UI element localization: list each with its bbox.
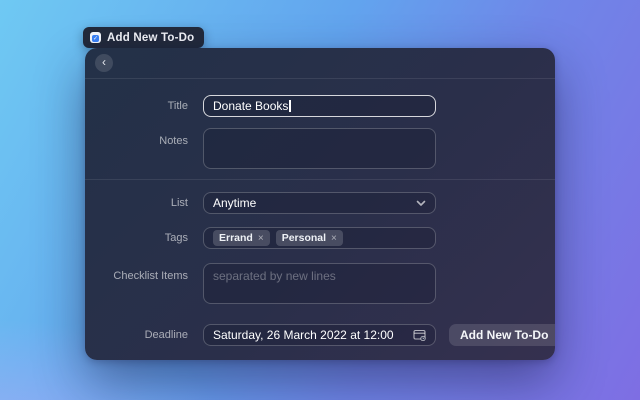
- deadline-row: Deadline Saturday, 26 March 2022 at 12:0…: [85, 324, 555, 346]
- things-app-icon: ✓: [90, 32, 101, 43]
- tags-label: Tags: [85, 232, 188, 244]
- desktop-background: ✓ Add New To-Do ‹ Title Donate Books Not…: [0, 0, 640, 400]
- checklist-placeholder: separated by new lines: [213, 269, 336, 283]
- deadline-label: Deadline: [85, 329, 188, 341]
- back-button[interactable]: ‹: [95, 54, 113, 72]
- submit-button-label: Add New To-Do: [449, 328, 555, 342]
- deadline-value: Saturday, 26 March 2022 at 12:00: [213, 328, 394, 342]
- section-divider: [85, 179, 555, 180]
- command-tooltip-label: Add New To-Do: [107, 32, 194, 44]
- notes-label: Notes: [85, 128, 188, 147]
- chevron-left-icon: ‹: [102, 56, 106, 68]
- remove-tag-icon[interactable]: ×: [331, 233, 337, 244]
- title-label: Title: [85, 100, 188, 112]
- todo-form: Title Donate Books Notes List Anytime: [85, 79, 555, 346]
- command-tooltip: ✓ Add New To-Do: [83, 27, 204, 48]
- tags-input[interactable]: Errand × Personal ×: [203, 227, 436, 249]
- list-selected-value: Anytime: [213, 196, 256, 210]
- add-todo-submit-button[interactable]: Add New To-Do ↵: [449, 324, 555, 346]
- tag-chip: Personal ×: [276, 230, 343, 246]
- checklist-input[interactable]: separated by new lines: [203, 263, 436, 304]
- title-input[interactable]: Donate Books: [203, 95, 436, 117]
- list-dropdown[interactable]: Anytime: [203, 192, 436, 214]
- calendar-icon[interactable]: [413, 329, 426, 341]
- tag-chip: Errand ×: [213, 230, 270, 246]
- tags-row: Tags Errand × Personal ×: [85, 227, 555, 249]
- list-label: List: [85, 197, 188, 209]
- title-row: Title Donate Books: [85, 95, 555, 117]
- chevron-down-icon: [416, 200, 426, 207]
- list-row: List Anytime: [85, 192, 555, 214]
- deadline-picker[interactable]: Saturday, 26 March 2022 at 12:00: [203, 324, 436, 346]
- notes-input[interactable]: [203, 128, 436, 169]
- tag-chip-label: Personal: [282, 232, 326, 244]
- title-input-value: Donate Books: [213, 99, 288, 113]
- notes-row: Notes: [85, 128, 555, 169]
- todo-checkbox-icon: ✓: [92, 35, 99, 42]
- add-todo-window: ‹ Title Donate Books Notes List: [85, 48, 555, 360]
- window-header: ‹: [85, 48, 555, 79]
- tag-chip-label: Errand: [219, 232, 253, 244]
- text-cursor: [289, 100, 291, 112]
- checklist-row: Checklist Items separated by new lines: [85, 263, 555, 304]
- remove-tag-icon[interactable]: ×: [258, 233, 264, 244]
- checklist-label: Checklist Items: [85, 263, 188, 282]
